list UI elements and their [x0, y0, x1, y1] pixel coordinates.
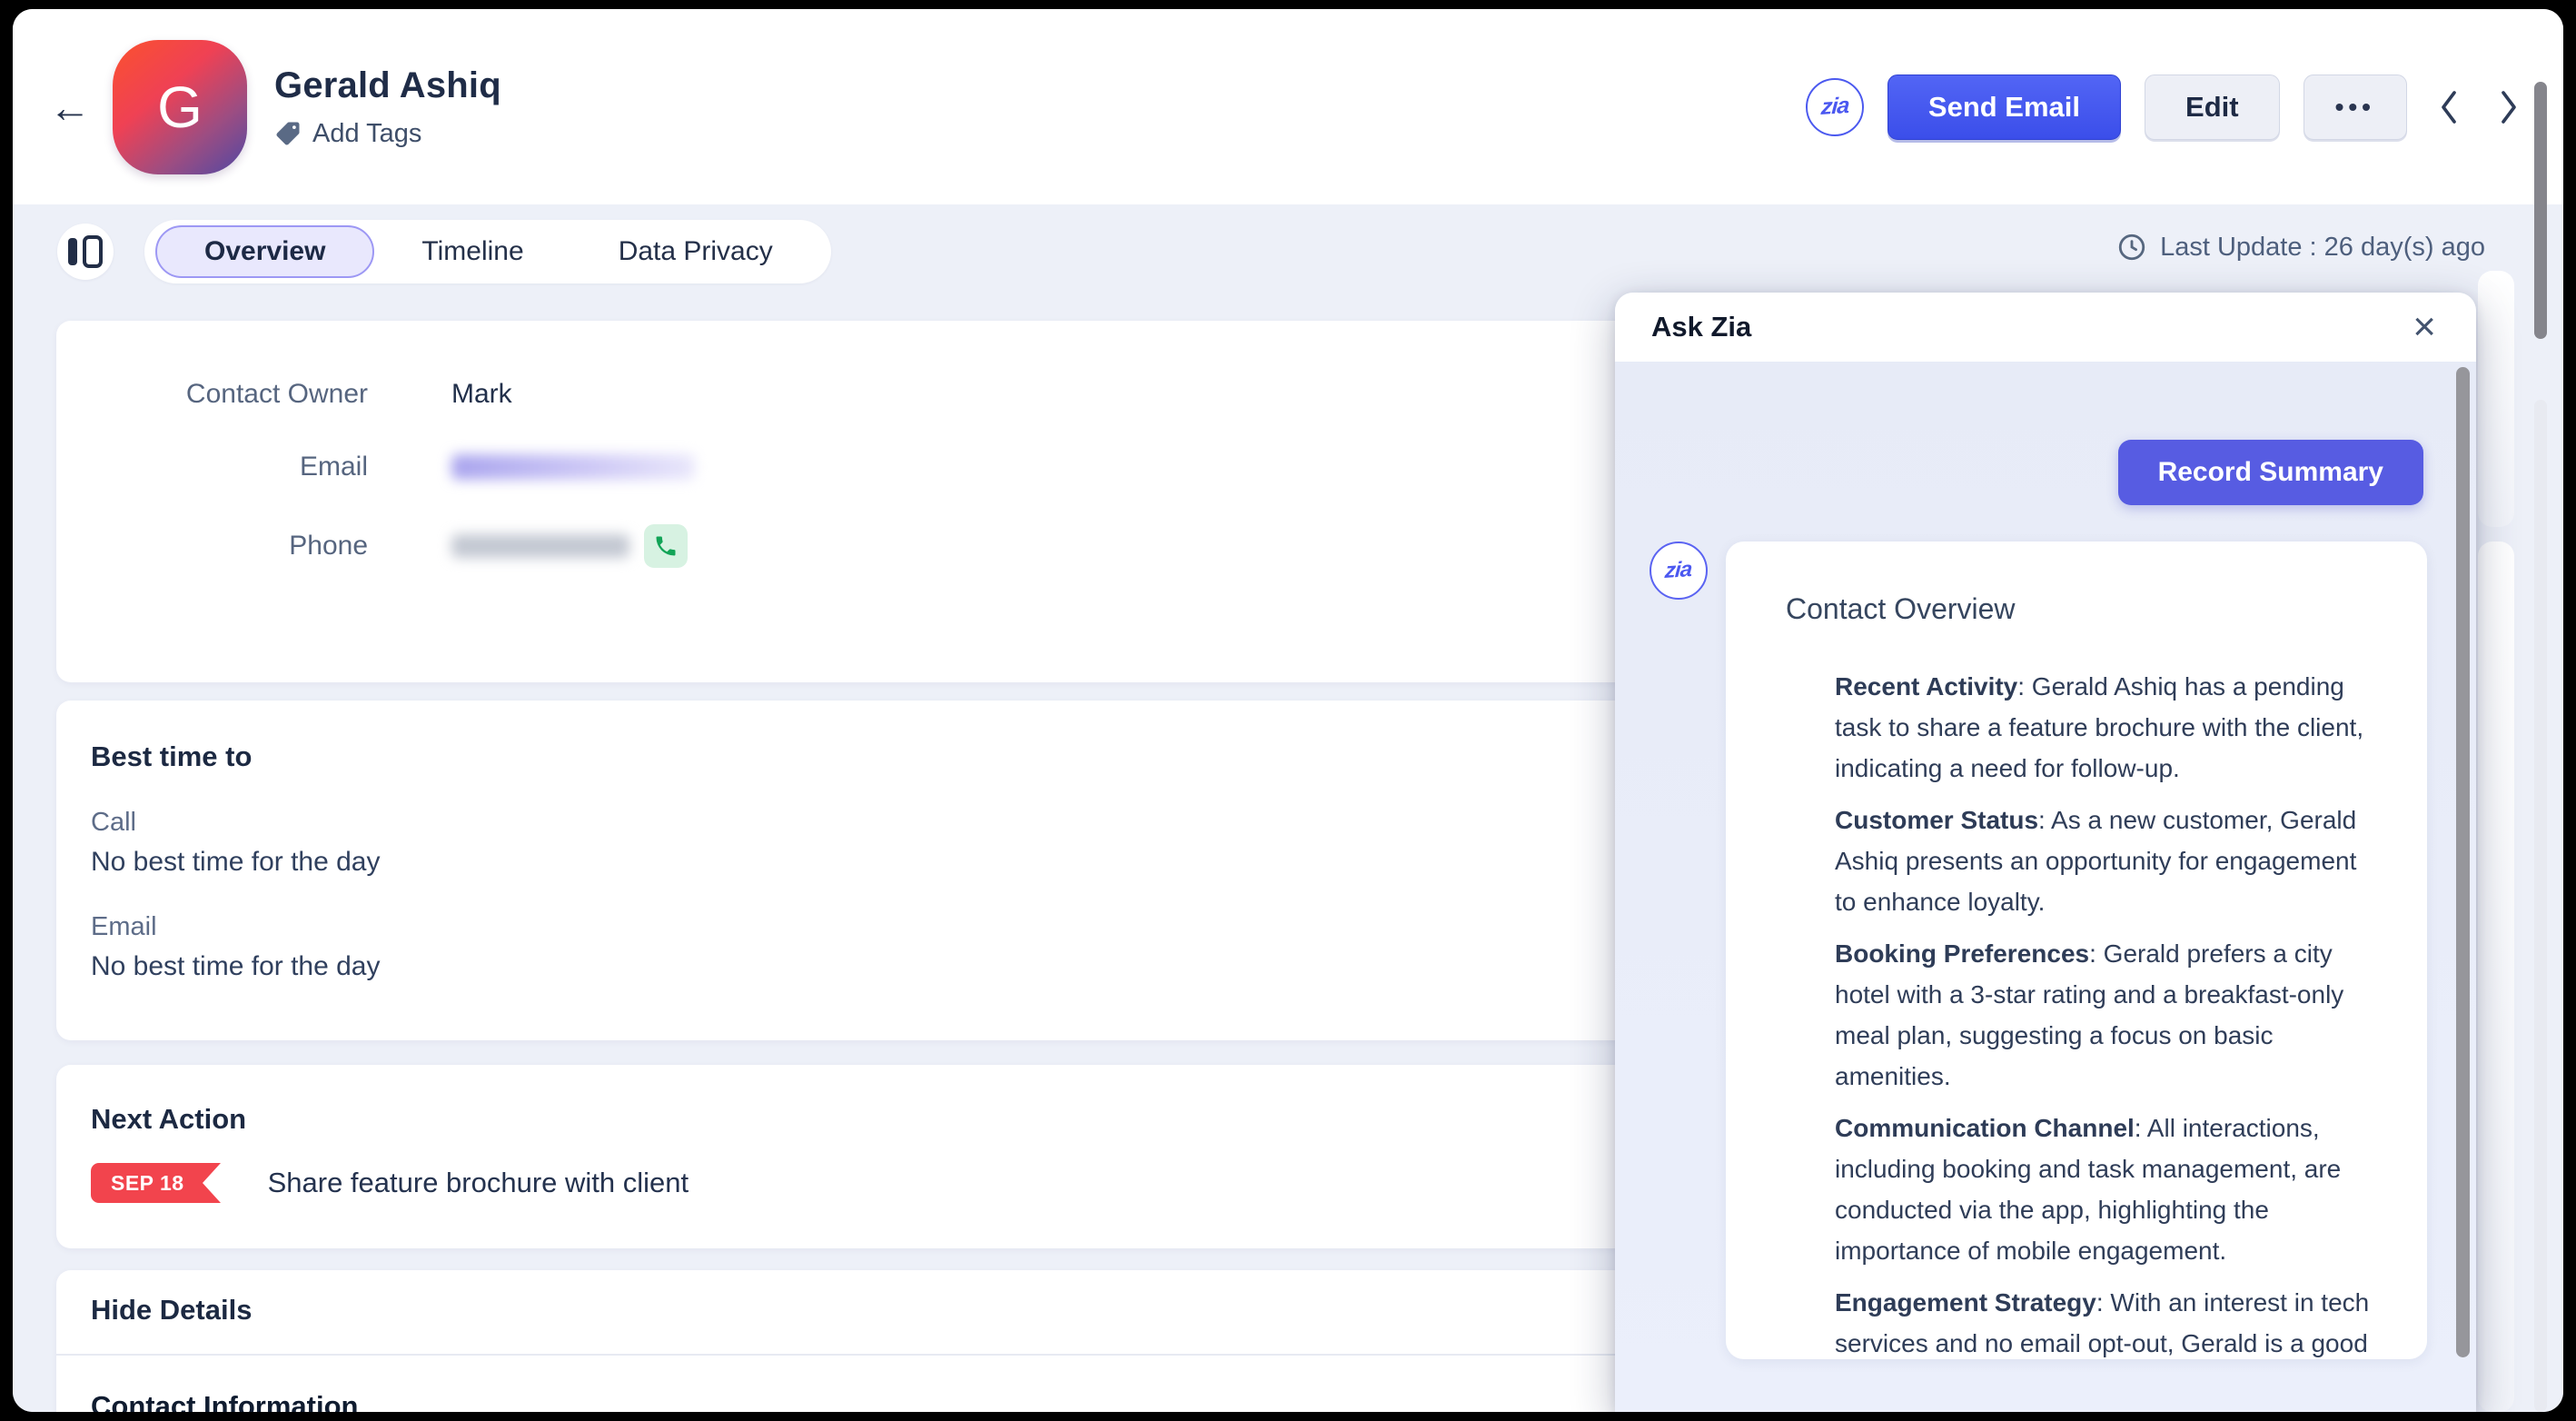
ask-zia-body: Record Summary zia Contact Overview Rece…: [1615, 362, 2476, 1412]
list-item: Booking Preferences: Gerald prefers a ci…: [1835, 933, 2382, 1097]
ask-zia-title: Ask Zia: [1651, 311, 1751, 343]
last-update: Last Update : 26 day(s) ago: [2116, 232, 2485, 263]
zia-summary-card: Contact Overview Recent Activity: Gerald…: [1726, 542, 2427, 1359]
collapse-panel-button[interactable]: [57, 224, 114, 280]
page-scrollbar-track[interactable]: [2534, 400, 2547, 1412]
record-summary-chip[interactable]: Record Summary: [2118, 440, 2423, 505]
previous-record-button[interactable]: [2431, 82, 2467, 133]
list-item: Engagement Strategy: With an interest in…: [1835, 1282, 2382, 1364]
list-item: Customer Status: As a new customer, Gera…: [1835, 800, 2382, 922]
identity-block: Gerald Ashiq Add Tags: [274, 65, 501, 149]
call-button[interactable]: [644, 524, 688, 568]
page-scrollbar-thumb[interactable]: [2534, 82, 2547, 339]
page-title: Gerald Ashiq: [274, 65, 501, 106]
edit-button[interactable]: Edit: [2145, 75, 2280, 140]
contact-overview-title: Contact Overview: [1786, 592, 2382, 626]
header-actions: zia Send Email Edit •••: [1806, 75, 2527, 140]
email-value-redacted[interactable]: [451, 454, 695, 480]
zia-avatar: zia: [1650, 542, 1708, 600]
panel-toggle-icon: [68, 238, 77, 265]
field-label: Email: [56, 452, 368, 482]
contact-header: ← G Gerald Ashiq Add Tags zia Send Email…: [13, 9, 2563, 204]
zia-panel-scrollbar[interactable]: [2456, 367, 2470, 1357]
item-label: Engagement Strategy: [1835, 1288, 2096, 1317]
tab-timeline[interactable]: Timeline: [374, 220, 570, 283]
record-tabs: Overview Timeline Data Privacy: [144, 220, 831, 283]
avatar[interactable]: G: [113, 40, 247, 174]
tab-overview[interactable]: Overview: [155, 225, 374, 278]
add-tags-label: Add Tags: [312, 119, 421, 149]
more-actions-button[interactable]: •••: [2304, 75, 2407, 140]
add-tags-button[interactable]: Add Tags: [274, 119, 501, 149]
back-button[interactable]: ←: [40, 77, 100, 137]
list-item: Recent Activity: Gerald Ashiq has a pend…: [1835, 666, 2382, 789]
arrow-left-icon: ←: [49, 83, 91, 132]
list-item: Communication Channel: All interactions,…: [1835, 1108, 2382, 1271]
tag-icon: [274, 120, 302, 147]
ask-zia-header: Ask Zia ×: [1615, 293, 2476, 362]
zia-icon: zia: [1820, 93, 1850, 121]
ellipsis-icon: •••: [2335, 93, 2375, 122]
chevron-right-icon: [2496, 87, 2522, 127]
zia-summary-list: Recent Activity: Gerald Ashiq has a pend…: [1786, 666, 2382, 1364]
item-label: Communication Channel: [1835, 1114, 2135, 1142]
clock-icon: [2116, 232, 2147, 263]
tab-data-privacy[interactable]: Data Privacy: [571, 220, 820, 283]
phone-value-redacted[interactable]: [451, 534, 629, 558]
close-panel-button[interactable]: ×: [2409, 307, 2440, 347]
app-window: ← G Gerald Ashiq Add Tags zia Send Email…: [13, 9, 2563, 1412]
due-date-badge: SEP 18: [91, 1163, 221, 1203]
close-icon: ×: [2413, 304, 2436, 349]
ask-zia-panel: Ask Zia × Record Summary zia Contact Ove…: [1615, 293, 2476, 1412]
avatar-initial: G: [157, 74, 203, 141]
screenshot-root: { "icons": { "back": "←", "more": "•••",…: [0, 0, 2576, 1421]
item-label: Recent Activity: [1835, 672, 2017, 701]
last-update-text: Last Update : 26 day(s) ago: [2160, 233, 2485, 263]
item-label: Customer Status: [1835, 806, 2038, 834]
zia-assistant-button[interactable]: zia: [1806, 78, 1864, 136]
field-label: Contact Owner: [56, 379, 368, 410]
send-email-button[interactable]: Send Email: [1887, 75, 2121, 140]
item-label: Booking Preferences: [1835, 939, 2089, 968]
next-record-button[interactable]: [2491, 82, 2527, 133]
field-label: Phone: [56, 531, 368, 561]
next-action-task: Share feature brochure with client: [268, 1167, 689, 1199]
phone-icon: [653, 533, 679, 559]
background-card-edge: [2478, 542, 2514, 1412]
contact-owner-value: Mark: [451, 379, 512, 410]
zia-icon: zia: [1664, 557, 1692, 584]
background-card-edge: [2478, 271, 2514, 527]
chevron-left-icon: [2436, 87, 2462, 127]
